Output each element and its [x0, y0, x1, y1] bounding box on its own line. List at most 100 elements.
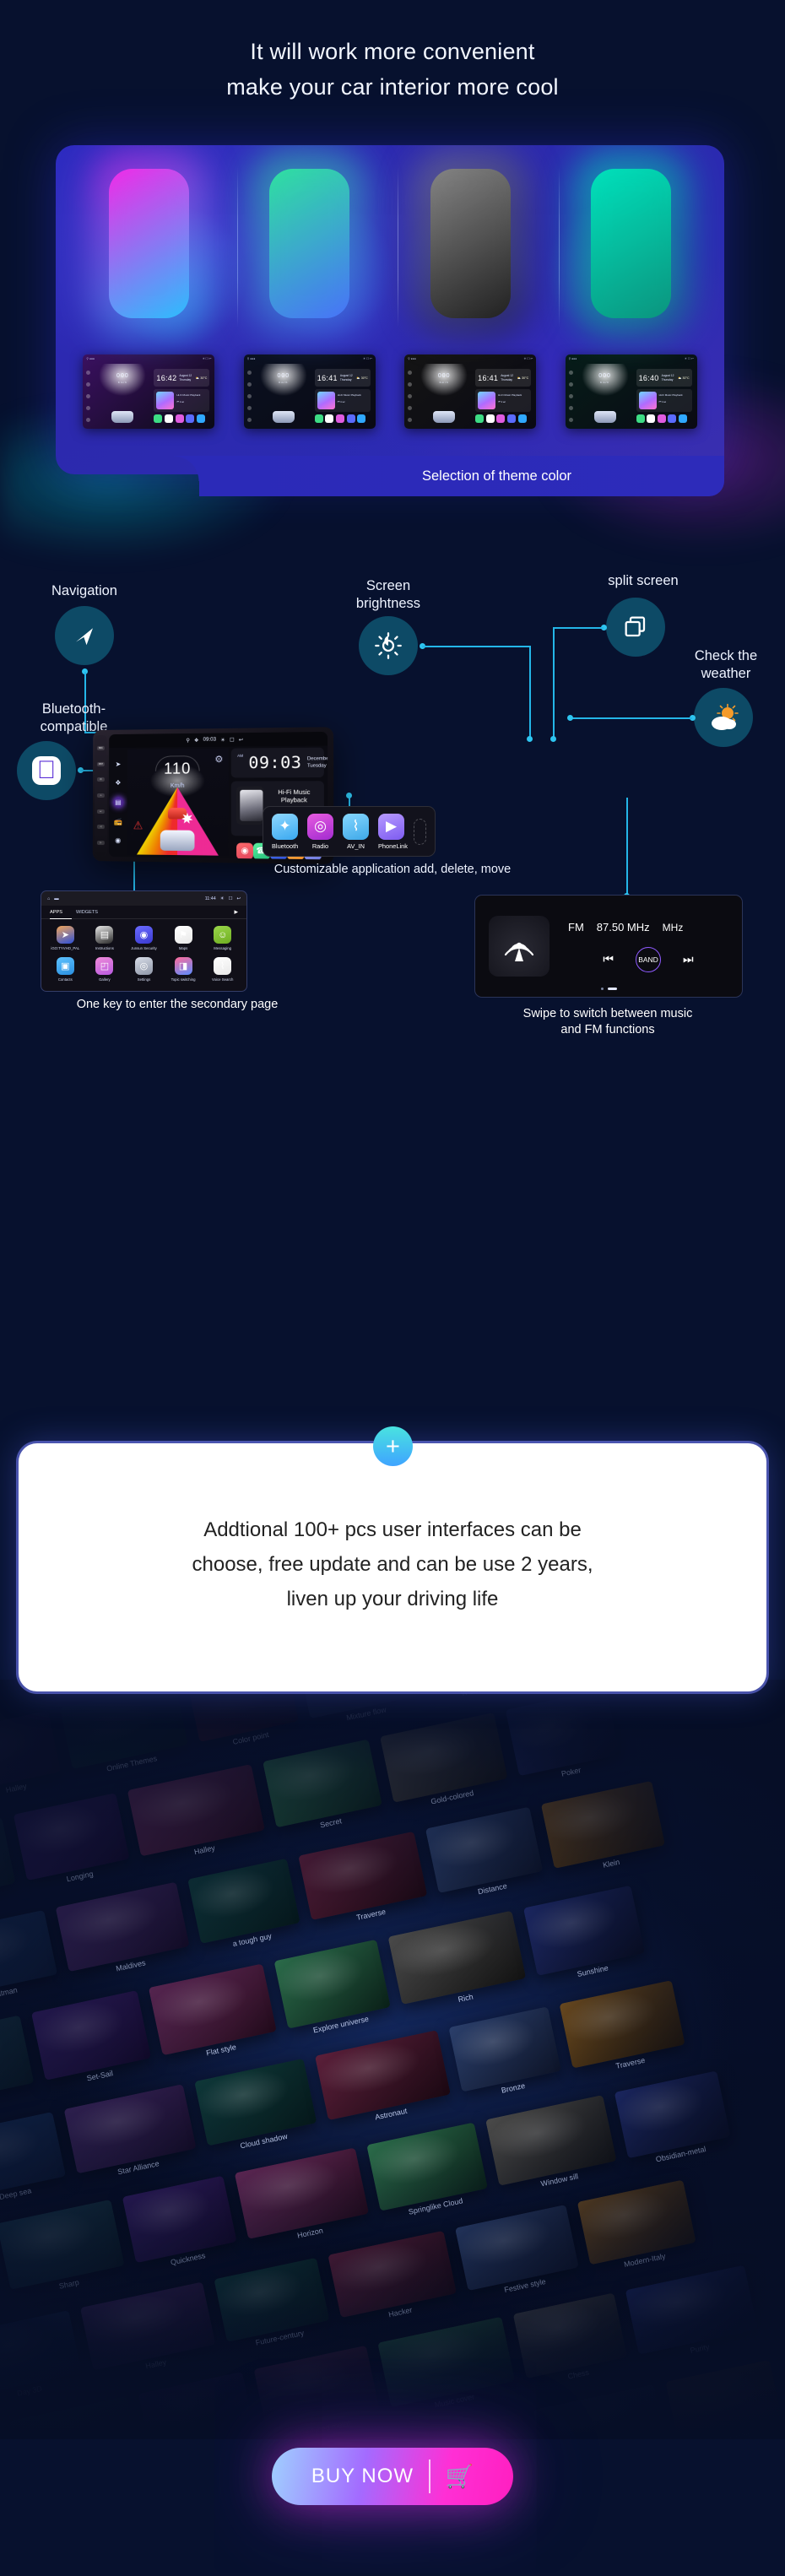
back-status-icon[interactable]: ↩ [239, 737, 243, 743]
brightness-icon[interactable]: ☀ [220, 896, 225, 901]
collage-theme-tile[interactable]: Record cover [8, 2396, 141, 2439]
collage-theme-tile[interactable]: Future-century [214, 2257, 330, 2347]
secondary-app-item[interactable]: ▤ Instructions [86, 926, 124, 950]
collage-theme-tile[interactable]: Purple-charm [0, 2015, 35, 2109]
brightness-status-icon[interactable]: ☀ [220, 737, 225, 743]
volume-down-button[interactable]: ◁ [96, 825, 105, 830]
collage-theme-tile[interactable]: Springlike Cloud [366, 2122, 489, 2216]
recents-icon[interactable]: ▬ [54, 896, 58, 901]
collage-theme-tile[interactable]: Online Themes [533, 2384, 667, 2439]
gear-icon[interactable]: ⚙ [214, 754, 223, 765]
theme-preview-cell[interactable]: ⚲ ●●● ☀ ☐ ↩ 000 Km/h 16:42 August 12 Thursday ⛅… [81, 354, 216, 429]
collage-theme-tile[interactable]: Color point [665, 2359, 782, 2439]
collage-theme-tile[interactable]: Online Themes [59, 1683, 188, 1773]
head-unit-cluster-widget[interactable]: 110 Km/h ⚙ ⚠ [127, 748, 229, 856]
collage-theme-tile[interactable]: Traverse [298, 1831, 428, 1922]
theme-swatch-cell[interactable] [558, 167, 699, 327]
theme-swatch-green-blue[interactable] [269, 169, 350, 318]
collage-theme-tile[interactable]: Modern-Italy [577, 2179, 696, 2269]
secondary-app-item[interactable]: ☺ Messaging [203, 926, 241, 950]
collage-theme-tile[interactable]: Klein [540, 1780, 666, 1870]
theme-preview-cell[interactable]: ⚲ ●●● ☀ ☐ ↩ 000 Km/h 16:41 August 12 Thursday ⛅… [242, 354, 377, 429]
collage-theme-tile[interactable]: Festive style [454, 2204, 579, 2294]
collage-theme-tile[interactable]: Horizon [234, 2147, 370, 2240]
collage-theme-tile[interactable]: Batman [0, 1909, 58, 2000]
secondary-app-item[interactable]: ➤ iGO:TYVHO_PAL [46, 926, 84, 950]
head-unit-hardware-buttons[interactable]: MIC RST ⏻ ⌂ ↩ ◁ ▷ [95, 734, 107, 857]
dock-app-phonelink[interactable]: ▶ PhoneLink [378, 813, 408, 850]
customizable-app-dock[interactable]: ✦ Bluetooth ◎ Radio ⌇ AV_IN ▶ PhoneLink [263, 806, 436, 857]
collage-theme-tile[interactable]: Bronze [448, 2006, 561, 2095]
secondary-app-item[interactable]: ▣ Contacts [46, 957, 84, 982]
dock-empty-slot[interactable] [414, 818, 426, 845]
callout-bubble-bluetooth[interactable]:  [17, 741, 76, 800]
fm-radio-card[interactable]: FM 87.50 MHz MHz ⏮ BAND ⏭ [474, 895, 743, 998]
callout-bubble-navigation[interactable] [55, 606, 114, 665]
mic-button[interactable]: MIC [96, 745, 105, 750]
theme-swatch-teal-green[interactable] [591, 169, 672, 318]
theme-preview-screen[interactable]: ⚲ ●●● ☀ ☐ ↩ 000 Km/h 16:41 August 12 Thursday ⛅… [243, 354, 376, 429]
split-screen-status-icon[interactable]: ☐ [230, 737, 235, 743]
home-icon[interactable]: ⌂ [47, 896, 50, 901]
theme-preview-screen[interactable]: ⚲ ●●● ☀ ☐ ↩ 000 Km/h 16:40 August 12 Thursday ⛅… [565, 354, 697, 429]
collage-theme-tile[interactable]: Chess [512, 2292, 628, 2381]
back-icon[interactable]: ↩ [236, 896, 241, 901]
play-store-icon[interactable]: ▸ [234, 907, 238, 917]
volume-up-button[interactable]: ▷ [96, 841, 105, 846]
band-button[interactable]: BAND [636, 946, 661, 972]
collage-theme-tile[interactable]: Explore universe [273, 1939, 391, 2034]
buy-now-button[interactable]: BUY NOW 🛒 [272, 2448, 513, 2505]
back-button[interactable]: ↩ [96, 809, 105, 814]
dock-app-av_in[interactable]: ⌇ AV_IN [343, 813, 369, 850]
collage-theme-tile[interactable]: Window sill [485, 2094, 617, 2188]
previous-station-icon[interactable]: ⏮ [603, 952, 614, 966]
collage-theme-tile[interactable]: Poker [505, 1688, 620, 1778]
secondary-app-item[interactable]: ◰ Gallery [86, 957, 124, 982]
collage-theme-tile[interactable]: Astronaut [314, 2030, 451, 2122]
collage-theme-tile[interactable]: Purity [625, 2265, 758, 2355]
collage-theme-tile[interactable]: Halley [422, 2412, 535, 2439]
side-bluetooth-icon[interactable]: ❖ [112, 777, 123, 788]
theme-swatch-cell[interactable] [236, 167, 377, 327]
collage-theme-tile[interactable]: Halley [127, 1764, 266, 1857]
collage-theme-tile[interactable]: Green shadow [301, 2435, 425, 2439]
secondary-app-item[interactable]: ◨ Topic switching [165, 957, 203, 982]
collage-theme-tile[interactable]: Halley [0, 1710, 62, 1794]
collage-theme-tile[interactable]: Day 3D [0, 2310, 82, 2398]
secondary-app-item[interactable]: ◎ Settings [125, 957, 163, 982]
collage-theme-tile[interactable]: Star Alliance [63, 2084, 197, 2176]
secondary-app-item[interactable]: ⚑ Maps [165, 926, 203, 950]
collage-theme-tile[interactable]: Flat style [148, 1963, 277, 2057]
home-button[interactable]: ⌂ [96, 793, 105, 798]
collage-theme-tile[interactable]: Hacker [328, 2230, 457, 2319]
theme-swatch-cell[interactable] [81, 169, 216, 318]
theme-preview-screen[interactable]: ⚲ ●●● ☀ ☐ ↩ 000 Km/h 16:41 August 12 Thursday ⛅… [404, 354, 537, 429]
collage-theme-tile[interactable]: Set-Sail [30, 1989, 152, 2083]
tab-apps[interactable]: APPS [50, 910, 62, 915]
collage-theme-tile[interactable]: Cloud shadow [194, 2058, 317, 2150]
callout-bubble-split-screen[interactable] [606, 598, 665, 657]
clock-weather-card[interactable]: AM 09:03 Decembe... Tuesday ⛅ 15°C [230, 747, 328, 778]
theme-preview-screen[interactable]: ⚲ ●●● ☀ ☐ ↩ 000 Km/h 16:42 August 12 Thursday ⛅… [83, 354, 215, 429]
collage-theme-tile[interactable]: Deep sea [0, 2111, 67, 2201]
side-disc-icon[interactable]: ◉ [112, 835, 123, 846]
collage-theme-tile[interactable]: Sunshine [522, 1885, 646, 1978]
secondary-tab-bar[interactable]: APPS WIDGETS ▸ [41, 906, 246, 919]
collage-theme-tile[interactable]: Maldives [55, 1881, 190, 1973]
collage-theme-tile[interactable]: Rich [387, 1910, 527, 2005]
callout-bubble-weather[interactable] [694, 688, 753, 747]
tab-widgets[interactable]: WIDGETS [76, 910, 98, 915]
dock-app-bluetooth[interactable]: ✦ Bluetooth [272, 813, 298, 850]
split-screen-icon[interactable]: ☐ [229, 896, 233, 901]
collage-theme-tile[interactable]: Music cover [377, 2316, 516, 2409]
side-radio-icon[interactable]: 📻 [112, 816, 123, 827]
collage-theme-tile[interactable]: Wilderness [0, 1816, 16, 1908]
collage-theme-tile[interactable]: Quickness [122, 2175, 237, 2267]
theme-swatch-magenta-blue[interactable] [108, 169, 189, 318]
collage-theme-tile[interactable]: Traverse [559, 1980, 685, 2070]
collage-theme-tile[interactable]: Halley [79, 2281, 216, 2371]
collage-theme-tile[interactable]: Distance [425, 1806, 544, 1896]
side-apps-grid-icon[interactable]: ▤ [112, 796, 124, 809]
theme-swatch-cell[interactable] [398, 167, 538, 327]
theme-preview-cell[interactable]: ⚲ ●●● ☀ ☐ ↩ 000 Km/h 16:40 August 12 Thursday ⛅… [564, 354, 699, 429]
